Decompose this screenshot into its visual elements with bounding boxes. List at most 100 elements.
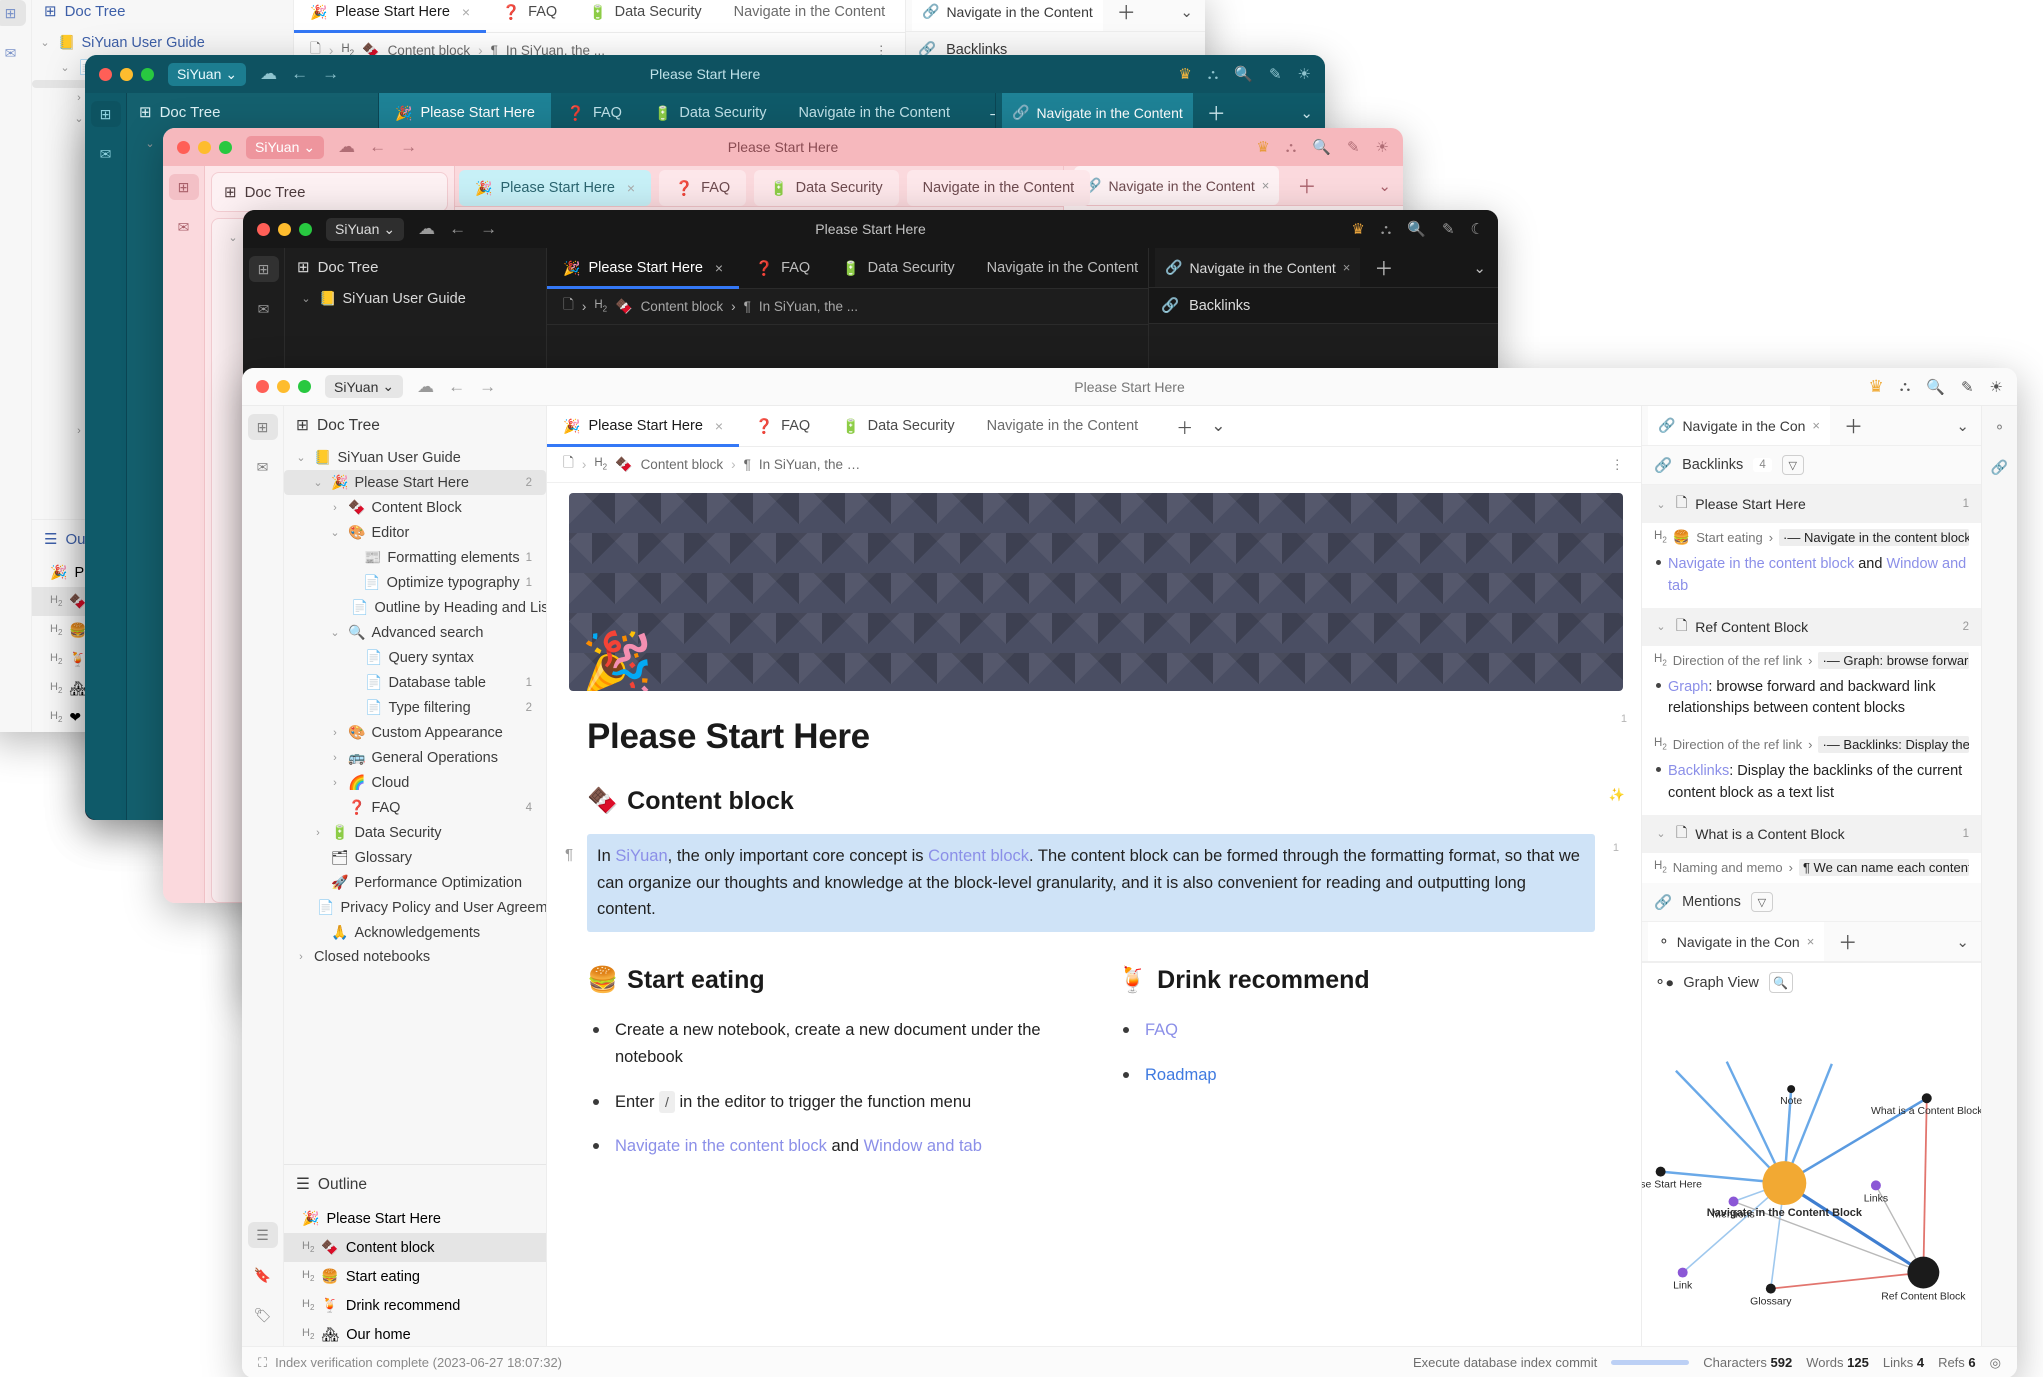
workspace-button[interactable]: SiYuan ⌄: [246, 135, 325, 159]
tab-navigate-link[interactable]: 🔗 Navigate in the Content: [912, 0, 1103, 31]
list-item[interactable]: Roadmap: [1117, 1062, 1595, 1089]
search-icon[interactable]: 🔍: [1768, 972, 1793, 993]
doc-tree-icon[interactable]: ⊞: [0, 0, 26, 26]
maximize-button[interactable]: [299, 222, 312, 236]
graph-view-canvas[interactable]: Navigate in the Content Block Ref Content…: [1642, 1002, 1981, 1377]
backlink-link[interactable]: Graph: [1668, 679, 1708, 695]
plus-icon[interactable]: ＋: [1193, 99, 1240, 126]
outline-icon[interactable]: ☰: [247, 1222, 278, 1248]
chevron-right-icon[interactable]: ›: [294, 951, 308, 963]
breadcrumb-part-paragraph[interactable]: In SiYuan, the …: [759, 457, 860, 472]
minimize-button[interactable]: [198, 140, 211, 154]
chevron-right-icon[interactable]: ›: [328, 727, 342, 739]
chevron-down-icon[interactable]: ⌄: [1300, 104, 1325, 122]
chevron-down-icon[interactable]: ⌄: [1473, 259, 1498, 277]
forward-arrow-icon[interactable]: →: [479, 377, 496, 397]
tab-navigate[interactable]: Navigate in the Content: [718, 0, 902, 32]
window-controls[interactable]: [256, 380, 311, 393]
chevron-down-icon[interactable]: ⌄: [1956, 417, 1981, 435]
tree-row[interactable]: 🚀 Performance Optimization: [284, 870, 546, 895]
forward-arrow-icon[interactable]: →: [322, 64, 339, 84]
tree-row[interactable]: ⌄ 📒 SiYuan User Guide: [285, 286, 546, 311]
minimize-button[interactable]: [120, 67, 133, 81]
list-item[interactable]: FAQ: [1117, 1017, 1595, 1044]
tree-row[interactable]: ⌄ 📒 SiYuan User Guide: [284, 445, 546, 470]
doc-tree-icon[interactable]: ⊞: [90, 101, 121, 127]
breadcrumb-part[interactable]: In SiYuan, the ...: [759, 299, 858, 314]
tab-please-start-here[interactable]: 🎉 Please Start Here ×: [459, 170, 652, 206]
tree-row[interactable]: 📄 Query syntax: [284, 645, 546, 670]
plus-icon[interactable]: ＋: [1360, 254, 1407, 281]
tab-please-start-here[interactable]: 🎉 Please Start Here ×: [547, 406, 740, 447]
backlink-doc-row[interactable]: ⌄ 🗋 Please Start Here 1: [1642, 485, 1981, 523]
outline-row[interactable]: H2 🏘 Our home: [284, 1320, 546, 1349]
graph-icon[interactable]: ⚬: [1985, 414, 2015, 440]
tree-row[interactable]: 🙏 Acknowledgements: [284, 920, 546, 945]
funnel-icon[interactable]: ▽: [1750, 892, 1773, 912]
search-icon[interactable]: 🔍: [1407, 220, 1426, 238]
cloud-icon[interactable]: ☁: [418, 219, 435, 239]
plus-icon[interactable]: ＋: [1824, 928, 1871, 955]
chevron-down-icon[interactable]: ⌄: [311, 476, 325, 489]
graph-node[interactable]: [1765, 1283, 1776, 1294]
forward-arrow-icon[interactable]: →: [480, 219, 497, 239]
paragraph-block[interactable]: ¶ 1 In SiYuan, the only important core c…: [565, 834, 1619, 933]
inbox-icon[interactable]: ✉: [249, 296, 279, 322]
chevron-right-icon[interactable]: ›: [328, 777, 342, 789]
window-controls[interactable]: [177, 140, 232, 154]
tab-navigate[interactable]: Navigate in the Content: [782, 93, 966, 133]
chevron-icon[interactable]: ›: [72, 92, 86, 104]
graph-node[interactable]: [1728, 1196, 1739, 1207]
inline-link-window-and-tab[interactable]: Window and tab: [864, 1137, 982, 1155]
tree-row[interactable]: › 🍫 Content Block: [284, 495, 546, 520]
doc-tree-icon[interactable]: ⊞: [168, 174, 199, 200]
tag-icon[interactable]: 🏷: [248, 1302, 278, 1328]
chevron-down-icon[interactable]: ⌄: [328, 626, 342, 639]
tab-navigate-graph[interactable]: ⚬ Navigate in the Con ×: [1648, 922, 1825, 961]
chevron-down-icon[interactable]: ⌄: [1378, 177, 1403, 195]
tree-row[interactable]: › 🎨 Custom Appearance: [284, 720, 546, 745]
minimize-button[interactable]: [278, 222, 291, 236]
outline-row[interactable]: 🎉 Please Start Here: [284, 1204, 546, 1233]
tree-row[interactable]: 📄 Database table 1: [284, 670, 546, 695]
plus-icon[interactable]: ＋: [1830, 412, 1877, 439]
tab-faq[interactable]: ❓ FAQ: [551, 93, 638, 133]
inbox-icon[interactable]: ✉: [0, 40, 26, 66]
list-item[interactable]: Create a new notebook, create a new docu…: [587, 1017, 1065, 1070]
outline-row[interactable]: H2 🍹 Drink recommend: [284, 1291, 546, 1320]
doc-tree-icon[interactable]: ⊞: [248, 256, 279, 282]
tree-row[interactable]: 📄 Optimize typography 1: [284, 570, 546, 595]
puzzle-icon[interactable]: ⛬: [1900, 378, 1911, 395]
graph-node[interactable]: [1907, 1256, 1940, 1289]
tab-please-start-here[interactable]: 🎉 Please Start Here: [379, 93, 551, 134]
pencil-icon[interactable]: ✎: [1442, 220, 1455, 238]
tab-navigate-in-the-content[interactable]: Navigate in the Content: [971, 406, 1155, 446]
backlink-item[interactable]: Graph: browse forward and backward link …: [1642, 675, 1981, 731]
backlink-breadcrumb[interactable]: H2 Direction of the ref link › ·— Backlinks…: [1642, 730, 1981, 759]
breadcrumb-part-heading[interactable]: Content block: [641, 457, 724, 472]
pencil-icon[interactable]: ✎: [1961, 378, 1974, 396]
tab-navigate-link[interactable]: 🔗 Navigate in the Content ×: [1155, 248, 1361, 287]
chevron-down-icon[interactable]: ⌄: [1654, 498, 1668, 511]
graph-node[interactable]: [1870, 1180, 1881, 1191]
backlink-item[interactable]: Navigate in the content block and Window…: [1642, 552, 1981, 608]
sun-icon[interactable]: ☀: [1990, 378, 2003, 396]
plus-icon[interactable]: ＋: [1103, 0, 1150, 25]
window-controls[interactable]: [99, 67, 154, 81]
tab-please-start-here[interactable]: 🎉 Please Start Here ×: [294, 0, 487, 33]
backlink-item[interactable]: Backlinks: Display the backlinks of the …: [1642, 759, 1981, 815]
inline-link-content-block[interactable]: Content block: [928, 847, 1029, 865]
chevron-icon[interactable]: ›: [72, 425, 86, 437]
minimize-button[interactable]: [277, 380, 290, 393]
tab-navigate-link[interactable]: 🔗 Navigate in the Content ×: [1074, 166, 1280, 205]
forward-arrow-icon[interactable]: →: [400, 137, 417, 157]
chevron-down-icon[interactable]: ⌄: [38, 36, 52, 49]
workspace-button[interactable]: SiYuan ⌄: [326, 217, 405, 241]
tab-faq[interactable]: ❓ FAQ: [659, 170, 747, 206]
inline-link-siyuan[interactable]: SiYuan: [615, 847, 667, 865]
tab-faq[interactable]: ❓ FAQ: [486, 0, 573, 32]
close-button[interactable]: [99, 67, 112, 81]
tree-row[interactable]: 🗂 Glossary: [284, 845, 546, 870]
inbox-icon[interactable]: ✉: [169, 214, 199, 240]
chevron-right-icon[interactable]: ›: [311, 827, 325, 839]
